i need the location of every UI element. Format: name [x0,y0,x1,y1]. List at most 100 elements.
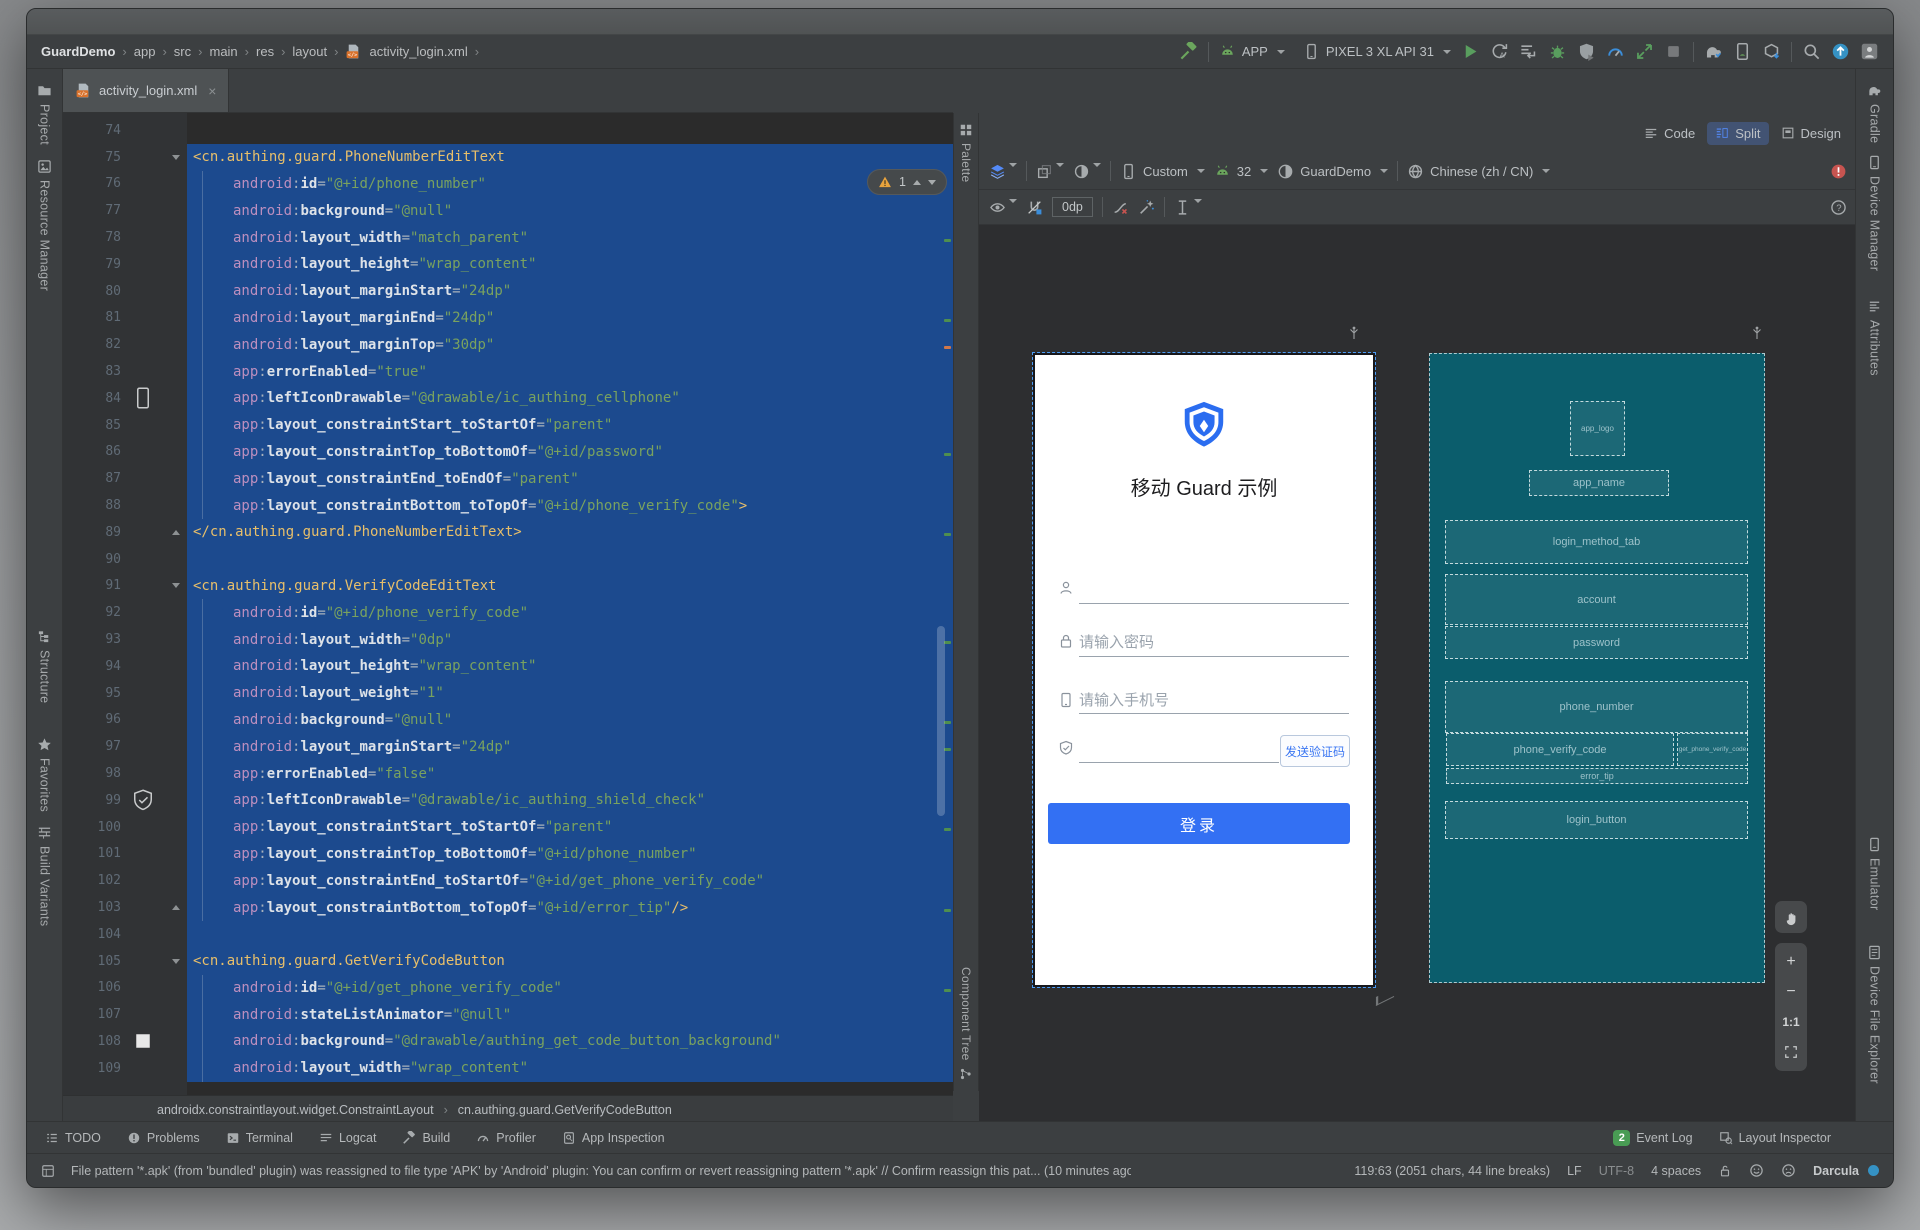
pan-hand-button[interactable] [1775,901,1807,933]
zoom-in-button[interactable]: + [1775,947,1807,977]
layout-preview-device[interactable]: 移动 Guard 示例 请输入密码 请输入手机号 发送验证码 登录 [1032,352,1376,988]
code-text[interactable]: android: layout_marginStart = "24dp" [187,733,953,761]
render-errors-button[interactable] [1830,163,1847,180]
prev-warning-icon[interactable] [913,179,921,185]
profiler-button[interactable] [1606,42,1625,61]
code-line-96[interactable]: 96 android: background = "@null" [63,706,953,734]
code-text[interactable]: android: layout_width = "wrap_content" [187,1054,953,1082]
stop-button[interactable] [1664,42,1683,61]
code-line-102[interactable]: 102 app: layout_constraintEnd_toStartOf = "@… [63,867,953,895]
sync-gradle-button[interactable] [1704,42,1723,61]
code-text[interactable]: android: background = "@drawable/authing_ge… [187,1028,953,1055]
blueprint-phone-number[interactable]: phone_number [1445,681,1748,733]
theme-dropdown[interactable]: GuardDemo [1277,163,1389,180]
caret-position[interactable]: 119:63 (2051 chars, 44 line breaks) [1354,1164,1550,1178]
account-input-underline[interactable] [1079,603,1349,604]
line-separator[interactable]: LF [1567,1164,1582,1178]
design-surface[interactable]: 移动 Guard 示例 请输入密码 请输入手机号 发送验证码 登录 app_lo… [979,225,1857,1121]
code-text[interactable]: app: layout_constraintTop_toBottomOf = "@+i… [187,840,953,868]
view-options-button[interactable] [989,198,1017,216]
code-text[interactable]: <cn.authing.guard.PhoneNumberEditText [187,143,953,171]
code-text[interactable] [187,545,953,573]
toolwindow-button-build-variants[interactable]: Build Variants [27,825,62,926]
readonly-lock-icon[interactable] [1718,1164,1732,1178]
toolwindow-button-project[interactable]: Project [27,83,62,145]
toolwindow-button-resource-manager[interactable]: Resource Manager [27,159,62,291]
profile-low-overhead-button[interactable] [1635,42,1654,61]
app-logo-shield-icon[interactable] [1179,400,1229,452]
file-encoding[interactable]: UTF-8 [1599,1164,1634,1178]
window-titlebar[interactable] [27,9,1893,35]
code-text[interactable]: android: layout_width = "match_parent" [187,224,953,251]
editor-scrollbar[interactable] [937,626,945,816]
help-button[interactable]: ? [1830,199,1847,216]
toolwindow-button-layout-inspector[interactable]: Layout Inspector [1719,1131,1831,1145]
code-text[interactable]: app: leftIconDrawable = "@drawable/ic_authi… [187,384,953,412]
code-text[interactable]: app: layout_constraintStart_toStartOf = "pa… [187,813,953,841]
phone-input-underline[interactable] [1079,713,1349,714]
surface-selector-button[interactable] [989,162,1017,180]
code-line-93[interactable]: 93 android: layout_width = "0dp" [63,626,953,653]
next-warning-icon[interactable] [928,179,936,185]
toolwindow-button-emulator[interactable]: Emulator [1856,837,1893,910]
code-line-105[interactable]: 105 <cn.authing.guard.GetVerifyCodeButton [63,947,953,975]
code-text[interactable]: <cn.authing.guard.GetVerifyCodeButton [187,947,953,975]
code-text[interactable]: android: layout_marginStart = "24dp" [187,277,953,305]
debug-button[interactable] [1548,42,1567,61]
attach-debugger-button[interactable] [1577,42,1596,61]
code-text[interactable]: app: errorEnabled = "true" [187,358,953,385]
tab-activity-login-xml[interactable]: </> activity_login.xml × [63,69,230,112]
color-swatch-icon[interactable] [131,1033,155,1050]
preview-resize-handle[interactable] [1375,987,1395,1007]
code-line-94[interactable]: 94 android: layout_height = "wrap_content" [63,652,953,680]
code-text[interactable]: android: stateListAnimator = "@null" [187,1001,953,1029]
toolwindow-button-favorites[interactable]: Favorites [27,737,62,812]
toolwindow-button-terminal[interactable]: Terminal [226,1131,293,1145]
blueprint-account[interactable]: account [1445,574,1748,625]
default-margin-field[interactable]: 0dp [1052,197,1093,217]
mode-code[interactable]: Code [1636,122,1703,145]
mode-split[interactable]: Split [1707,121,1769,145]
code-line-82[interactable]: 82 android: layout_marginTop = "30dp" [63,331,953,359]
code-line-88[interactable]: 88 app: layout_constraintBottom_toTopOf = "@… [63,492,953,519]
code-line-86[interactable]: 86 app: layout_constraintTop_toBottomOf = "@… [63,438,953,466]
code-line-108[interactable]: 108 android: background = "@drawable/authing… [63,1028,953,1055]
code-line-85[interactable]: 85 app: layout_constraintStart_toStartOf = "… [63,411,953,439]
code-text[interactable]: </cn.authing.guard.PhoneNumberEditText> [187,518,953,546]
run-button[interactable] [1461,42,1480,61]
code-text[interactable]: app: layout_constraintEnd_toStartOf = "@+id… [187,867,953,895]
toolwindow-button-component-tree[interactable]: Component Tree [954,967,978,1081]
code-text[interactable]: app: layout_constraintEnd_toEndOf = "parent… [187,465,953,493]
blueprint-get-phone-verify-code[interactable]: get_phone_verify_code [1677,733,1748,766]
code-line-103[interactable]: 103 app: layout_constraintBottom_toTopOf = "… [63,894,953,921]
infer-constraints-button[interactable] [1138,199,1155,216]
rerun-activity-button[interactable]: A [1490,42,1509,61]
fold-marker-icon[interactable] [171,958,180,964]
user-avatar-button[interactable] [1860,42,1879,61]
blueprint-password[interactable]: password [1445,626,1748,659]
blueprint-error-tip[interactable]: error_tip [1446,768,1748,784]
code-line-98[interactable]: 98 app: errorEnabled = "false" [63,760,953,787]
code-line-87[interactable]: 87 app: layout_constraintEnd_toEndOf = "pare… [63,465,953,493]
fold-marker-icon[interactable] [171,529,180,535]
code-text[interactable]: android: background = "@null" [187,197,953,225]
code-text[interactable]: app: errorEnabled = "false" [187,760,953,787]
code-line-92[interactable]: 92 android: id = "@+id/phone_verify_code" [63,599,953,627]
code-line-95[interactable]: 95 android: layout_weight = "1" [63,679,953,707]
phone-placeholder[interactable]: 请输入手机号 [1079,689,1169,710]
code-line-100[interactable]: 100 app: layout_constraintStart_toStartOf =… [63,813,953,841]
device-dropdown[interactable]: PIXEL 3 XL API 31 [1303,43,1451,60]
code-line-107[interactable]: 107 android: stateListAnimator = "@null" [63,1001,953,1029]
code-line-78[interactable]: 78 android: layout_width = "match_parent" [63,224,953,251]
fold-marker-icon[interactable] [171,905,180,910]
blueprint-phone-verify-code[interactable]: phone_verify_code [1446,733,1674,766]
verify-code-underline[interactable] [1079,762,1279,763]
code-line-80[interactable]: 80 android: layout_marginStart = "24dp" [63,277,953,305]
toolwindow-button-profiler[interactable]: Profiler [476,1131,536,1145]
code-text[interactable]: android: layout_width = "0dp" [187,626,953,653]
code-line-91[interactable]: 91 <cn.authing.guard.VerifyCodeEditText [63,572,953,600]
code-line-109[interactable]: 109 android: layout_width = "wrap_content" [63,1054,953,1082]
xml-breadcrumb-item[interactable]: cn.authing.guard.GetVerifyCodeButton [458,1103,672,1117]
toolwindow-button-build[interactable]: Build [402,1130,450,1145]
password-input-underline[interactable] [1079,656,1349,657]
